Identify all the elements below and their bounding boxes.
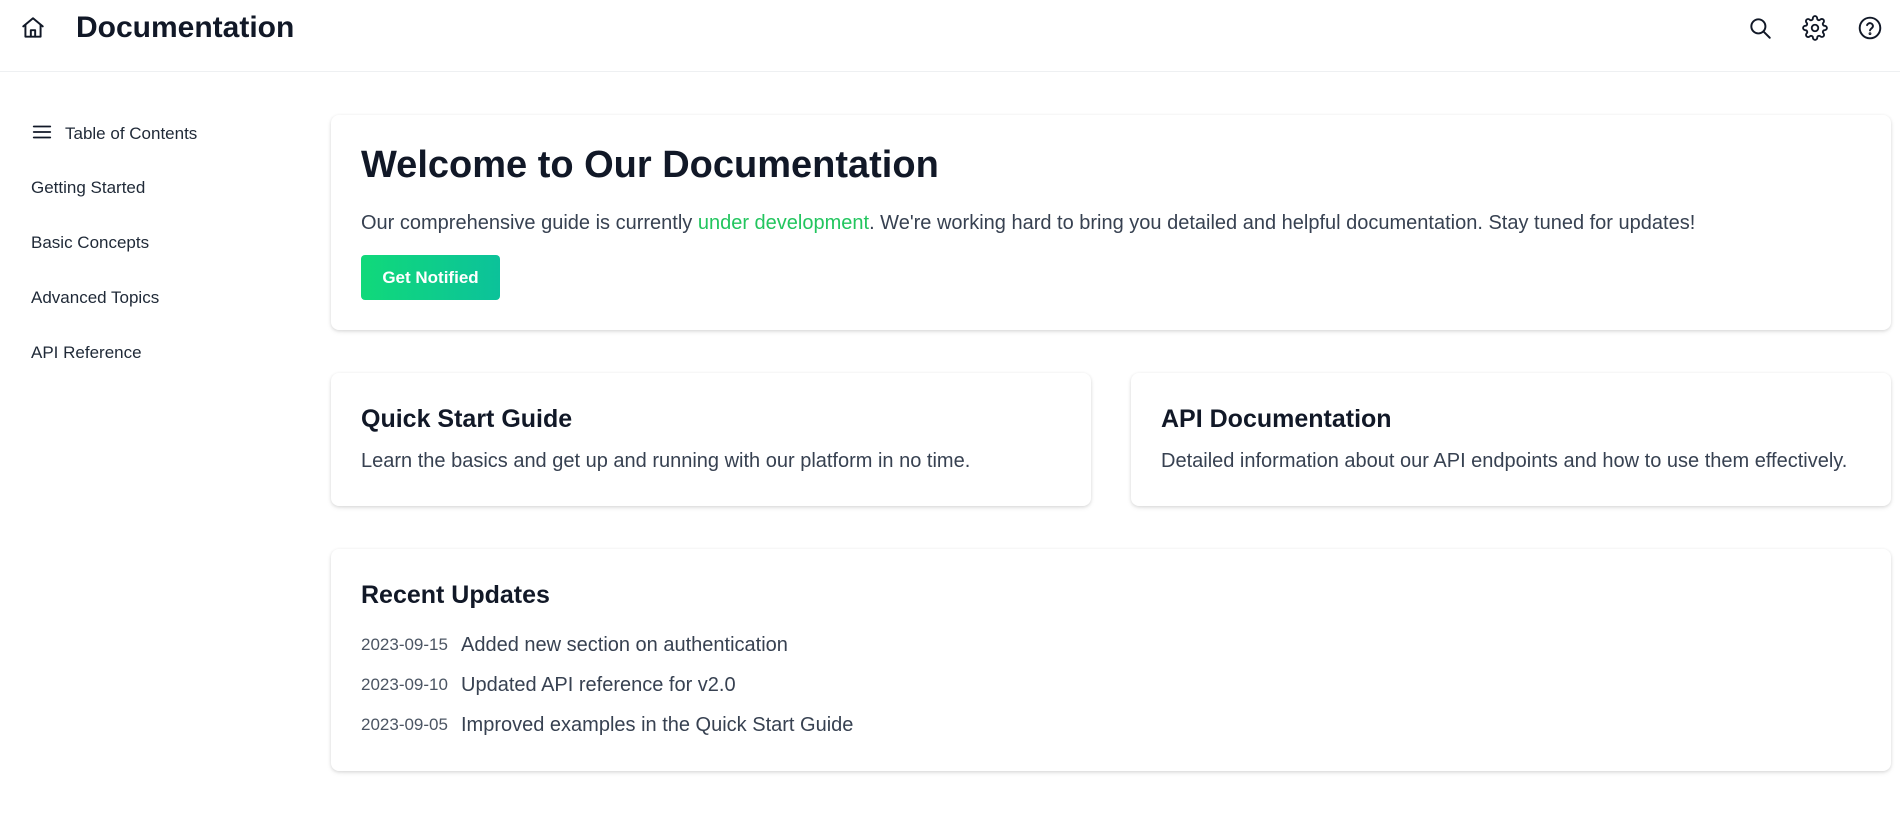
gear-icon	[1802, 14, 1828, 46]
update-link[interactable]: Added new section on authentication	[461, 634, 788, 657]
home-button[interactable]	[18, 15, 48, 45]
update-link[interactable]: Improved examples in the Quick Start Gui…	[461, 714, 853, 737]
update-date: 2023-09-15	[361, 635, 448, 654]
sidebar-item-api-reference[interactable]: API Reference	[31, 342, 142, 364]
api-docs-card[interactable]: API Documentation Detailed information a…	[1131, 373, 1891, 506]
list-item: 2023-09-10 Updated API reference for v2.…	[361, 672, 736, 698]
api-docs-title: API Documentation	[1161, 405, 1392, 433]
welcome-card: Welcome to Our Documentation Our compreh…	[331, 115, 1891, 330]
sidebar-item-getting-started[interactable]: Getting Started	[31, 177, 145, 199]
list-item: 2023-09-15 Added new section on authenti…	[361, 632, 788, 658]
recent-updates-card: Recent Updates 2023-09-15 Added new sect…	[331, 549, 1891, 771]
recent-updates-title: Recent Updates	[361, 581, 550, 609]
sidebar: Table of Contents Getting Started Basic …	[0, 72, 300, 840]
top-bar: Documentation	[0, 0, 1900, 72]
api-docs-description: Detailed information about our API endpo…	[1161, 450, 1848, 472]
development-status: under development	[697, 212, 870, 234]
toc-label: Table of Contents	[65, 124, 198, 143]
welcome-text-after: . We're working hard to bring you detail…	[869, 212, 1696, 234]
quick-start-description: Learn the basics and get up and running …	[361, 450, 971, 472]
sidebar-item-advanced-topics[interactable]: Advanced Topics	[31, 287, 159, 309]
help-icon	[1857, 15, 1883, 46]
menu-icon	[31, 121, 53, 148]
quick-start-title: Quick Start Guide	[361, 405, 573, 433]
page-title: Documentation	[76, 11, 295, 44]
get-notified-button[interactable]: Get Notified	[361, 255, 500, 300]
update-date: 2023-09-10	[361, 675, 448, 694]
welcome-title: Welcome to Our Documentation	[361, 144, 939, 186]
welcome-description: Our comprehensive guide is currently und…	[361, 209, 1695, 237]
quick-start-card[interactable]: Quick Start Guide Learn the basics and g…	[331, 373, 1091, 506]
update-link[interactable]: Updated API reference for v2.0	[461, 674, 736, 697]
search-icon	[1747, 15, 1773, 46]
settings-button[interactable]	[1799, 14, 1831, 46]
sidebar-item-basic-concepts[interactable]: Basic Concepts	[31, 232, 149, 254]
search-button[interactable]	[1744, 14, 1776, 46]
welcome-text-before: Our comprehensive guide is currently	[361, 212, 698, 234]
help-button[interactable]	[1854, 14, 1886, 46]
toc-toggle[interactable]: Table of Contents	[31, 122, 197, 146]
update-date: 2023-09-05	[361, 715, 448, 734]
list-item: 2023-09-05 Improved examples in the Quic…	[361, 712, 853, 738]
home-icon	[20, 15, 46, 46]
